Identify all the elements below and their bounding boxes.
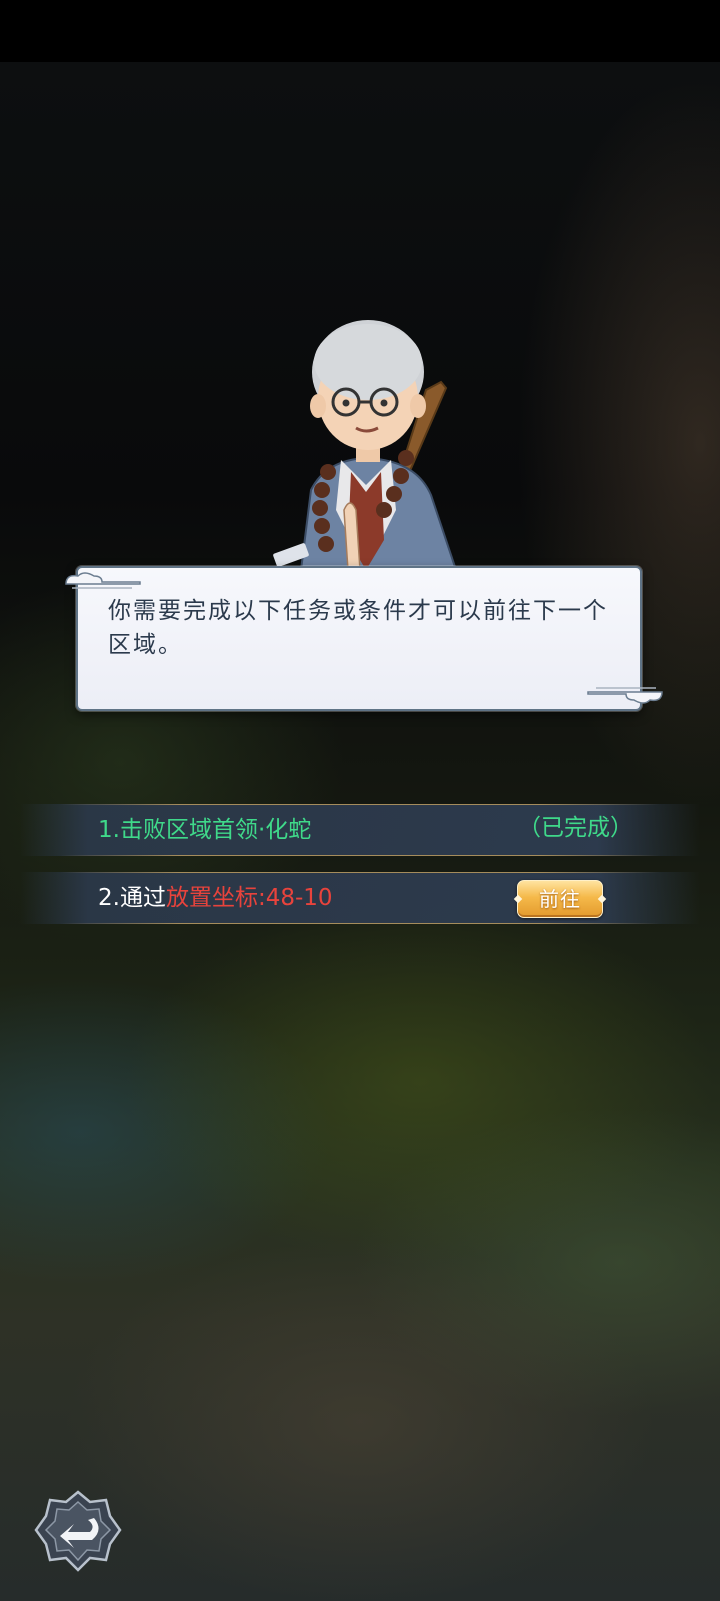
monk-character-portrait xyxy=(273,320,458,570)
task-1-status: （已完成） xyxy=(518,815,633,841)
status-bar xyxy=(0,0,720,62)
cloud-ornament-icon xyxy=(587,687,663,704)
task-row-2: 2.通过放置坐标:48-10 前往 xyxy=(20,872,700,924)
task-2-label: 2.通过放置坐标:48-10 xyxy=(98,884,333,912)
task-2-coordinate-link[interactable]: 放置坐标:48-10 xyxy=(166,885,333,911)
task-2-prefix: 2.通过 xyxy=(98,885,166,911)
dialog-box: 你需要完成以下任务或条件才可以前往下一个区域。 xyxy=(76,566,642,711)
task-1-label: 1.击败区域首领·化蛇 xyxy=(98,817,312,843)
back-arrow-icon[interactable] xyxy=(34,1490,122,1572)
dialog-text: 你需要完成以下任务或条件才可以前往下一个区域。 xyxy=(108,598,608,658)
goto-button[interactable]: 前往 xyxy=(517,880,603,918)
cloud-ornament-icon xyxy=(65,572,141,589)
task-row-1: 1.击败区域首领·化蛇 （已完成） xyxy=(20,804,700,856)
